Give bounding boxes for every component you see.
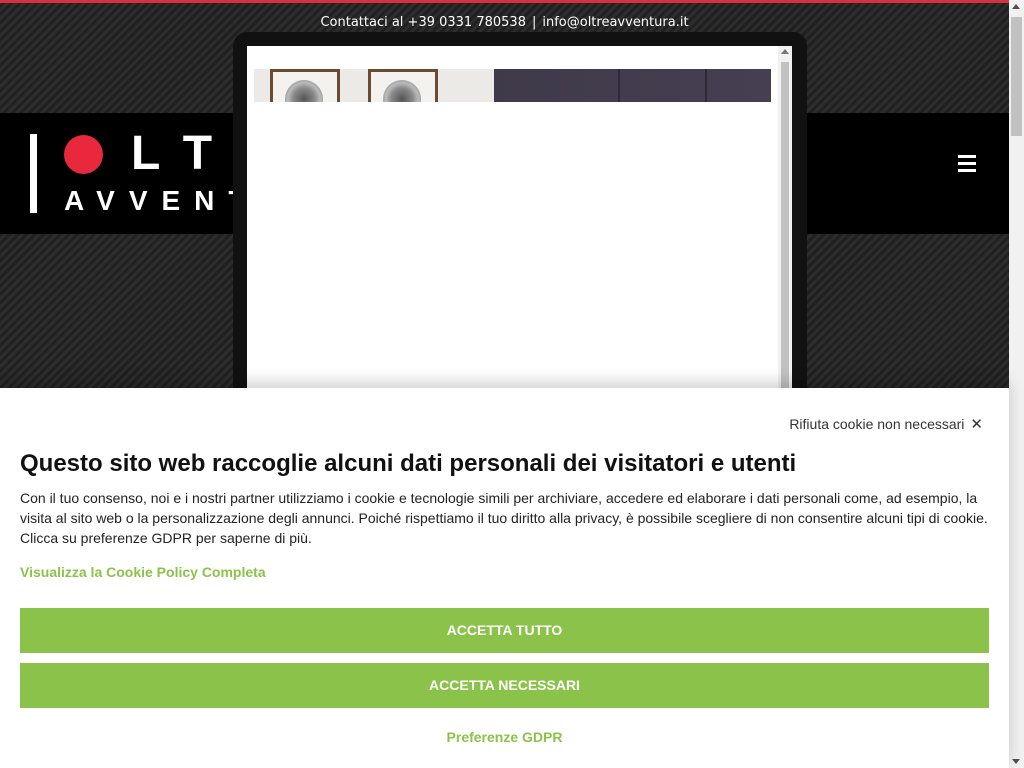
gdpr-preferences-link[interactable]: Preferenze GDPR [0, 729, 1009, 745]
gallery-image-dark[interactable] [494, 69, 771, 102]
hamburger-menu-button[interactable] [949, 146, 985, 182]
scroll-down-arrow-icon[interactable] [1012, 759, 1020, 764]
logo-bar [30, 134, 37, 213]
logo-text-bottom: AVVENT [64, 185, 260, 216]
scroll-up-icon[interactable] [781, 49, 789, 54]
contact-bar: Contattaci al +39 0331 780538 | info@oltre… [0, 15, 1009, 30]
logo-text-top: LT [131, 127, 239, 180]
cookie-consent-banner: Rifiuta cookie non necessari ✕ Questo sit… [0, 388, 1009, 768]
logo-red-dot [64, 135, 103, 174]
reject-cookies-button[interactable]: Rifiuta cookie non necessari ✕ [789, 415, 983, 433]
popup-image-gallery [254, 69, 771, 102]
contact-phone[interactable]: Contattaci al +39 0331 780538 [320, 15, 526, 30]
cookie-banner-title: Questo sito web raccoglie alcuni dati pe… [20, 450, 797, 477]
popup-scrollbar-thumb[interactable] [781, 62, 789, 422]
popup-scrollbar[interactable] [778, 46, 792, 426]
cookie-banner-description: Con il tuo consenso, noi e i nostri part… [20, 490, 988, 546]
framed-artwork [270, 69, 340, 102]
top-accent-line [0, 0, 1009, 3]
contact-email[interactable]: info@oltreavventura.it [542, 15, 688, 30]
close-icon: ✕ [970, 416, 983, 433]
popup-modal [233, 32, 807, 432]
cookie-policy-link[interactable]: Visualizza la Cookie Policy Completa [20, 564, 266, 580]
hamburger-icon [958, 155, 976, 158]
popup-content [247, 46, 778, 426]
gallery-image-frames[interactable] [254, 69, 494, 102]
framed-artwork [368, 69, 438, 102]
page-scrollbar[interactable] [1009, 0, 1024, 768]
reject-cookies-label: Rifiuta cookie non necessari [789, 416, 965, 432]
accept-necessary-button[interactable]: ACCETTA NECESSARI [20, 663, 989, 708]
scroll-up-arrow-icon[interactable] [1012, 4, 1020, 9]
page-scrollbar-thumb[interactable] [1011, 17, 1022, 136]
accept-all-button[interactable]: ACCETTA TUTTO [20, 608, 989, 653]
contact-separator: | [531, 15, 537, 30]
site-logo[interactable]: LT AVVENT [0, 113, 260, 234]
